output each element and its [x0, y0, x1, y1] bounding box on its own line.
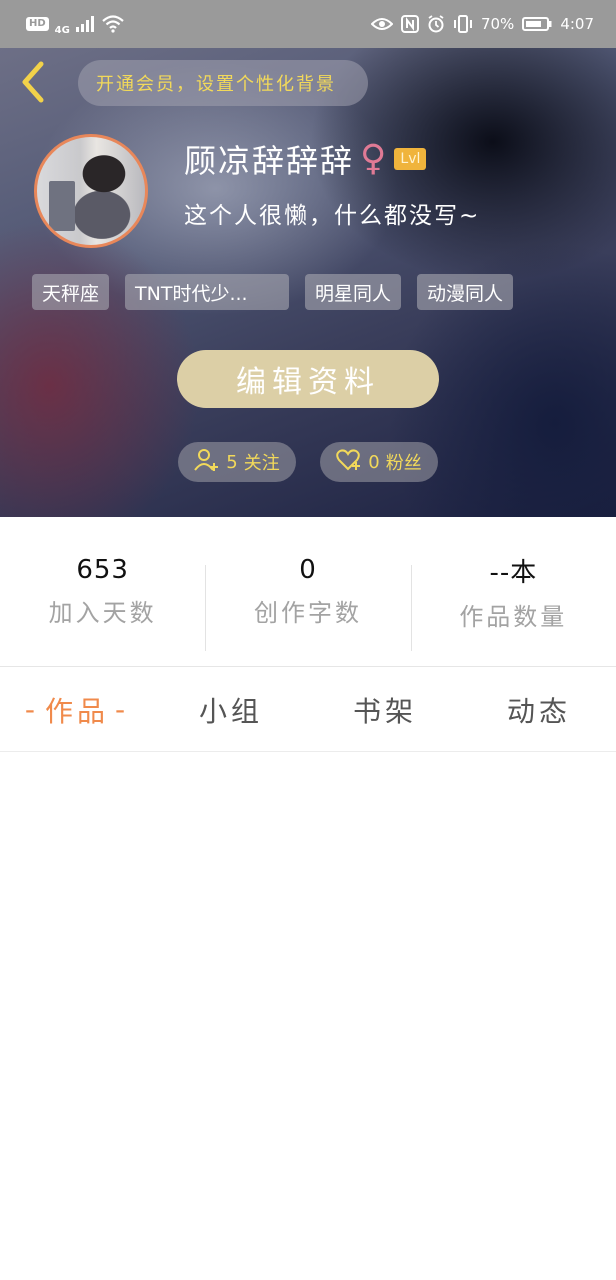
back-button[interactable]: [14, 60, 50, 108]
vip-banner-text: 开通会员，设置个性化背景: [96, 74, 336, 95]
nfc-icon: [400, 15, 419, 33]
stat-days-joined: 653 加入天数: [0, 517, 205, 666]
tab-groups-label: 小组: [198, 694, 263, 728]
alarm-icon: [427, 15, 445, 33]
fans-label: 粉丝: [385, 453, 422, 474]
status-left: HD 4G: [26, 13, 124, 36]
tag-fandom[interactable]: TNT时代少...: [125, 274, 290, 310]
tab-works-label: 作品: [44, 694, 109, 728]
bio-text: 这个人很懒，什么都没写~: [184, 203, 481, 229]
vip-background-banner[interactable]: 开通会员，设置个性化背景: [78, 60, 368, 106]
avatar-photo-detail: [49, 181, 75, 231]
stat-label: 加入天数: [48, 599, 157, 627]
clock-time: 4:07: [560, 15, 594, 33]
stat-value: 653: [76, 555, 129, 585]
signal-icon: [75, 16, 96, 32]
tag-zodiac[interactable]: 天秤座: [32, 274, 110, 310]
stat-value: 0: [299, 555, 317, 585]
username-row: 顾凉辞辞辞 ♀ Lvl: [184, 136, 427, 182]
profile-tabs: - 作品 - 小组 书架 动态: [0, 668, 616, 752]
network-type: 4G: [54, 24, 70, 36]
add-user-icon: [194, 448, 220, 477]
hd-badge: HD: [26, 17, 49, 31]
fans-count: 0: [368, 451, 380, 473]
stat-label: 作品数量: [459, 602, 568, 631]
chevron-left-icon: [17, 60, 47, 108]
stat-words-written: 0 创作字数: [205, 517, 410, 666]
tab-bookshelf[interactable]: 书架: [308, 668, 462, 751]
stats-row: 653 加入天数 0 创作字数 --本 作品数量: [0, 517, 616, 667]
battery-icon: [522, 16, 552, 32]
heart-icon: [336, 448, 362, 476]
female-icon: ♀: [360, 138, 389, 179]
username: 顾凉辞辞辞: [184, 142, 355, 180]
following-count: 5: [226, 451, 238, 473]
avatar[interactable]: [34, 134, 148, 248]
vibrate-icon: [453, 15, 473, 33]
tag-anime-fanfic[interactable]: 动漫同人: [417, 274, 514, 310]
stat-value: --本: [489, 557, 538, 588]
level-badge[interactable]: Lvl: [394, 148, 427, 170]
tag-celebrity-fanfic[interactable]: 明星同人: [305, 274, 402, 310]
status-right: 70% 4:07: [370, 15, 594, 33]
tag-list: 天秤座 TNT时代少... 明星同人 动漫同人: [32, 274, 514, 310]
tab-works[interactable]: - 作品 -: [0, 668, 154, 751]
edit-profile-button[interactable]: 编辑资料: [177, 350, 439, 408]
stat-label: 创作字数: [253, 599, 362, 627]
battery-percent: 70%: [480, 15, 515, 33]
status-bar: HD 4G 70% 4:07: [0, 0, 616, 48]
eye-comfort-icon: [370, 17, 393, 31]
tab-groups[interactable]: 小组: [154, 668, 308, 751]
tab-activity[interactable]: 动态: [462, 668, 616, 751]
following-button[interactable]: 5 关注: [178, 442, 296, 482]
following-label: 关注: [243, 453, 280, 474]
profile-header: 开通会员，设置个性化背景 顾凉辞辞辞 ♀ Lvl 这个人很懒，什么都没写~ 天秤…: [0, 48, 616, 517]
fans-button[interactable]: 0 粉丝: [320, 442, 438, 482]
wifi-icon: [102, 15, 124, 33]
tab-bookshelf-label: 书架: [352, 694, 417, 728]
tab-activity-label: 动态: [506, 694, 571, 728]
stat-works-count: --本 作品数量: [410, 517, 616, 666]
